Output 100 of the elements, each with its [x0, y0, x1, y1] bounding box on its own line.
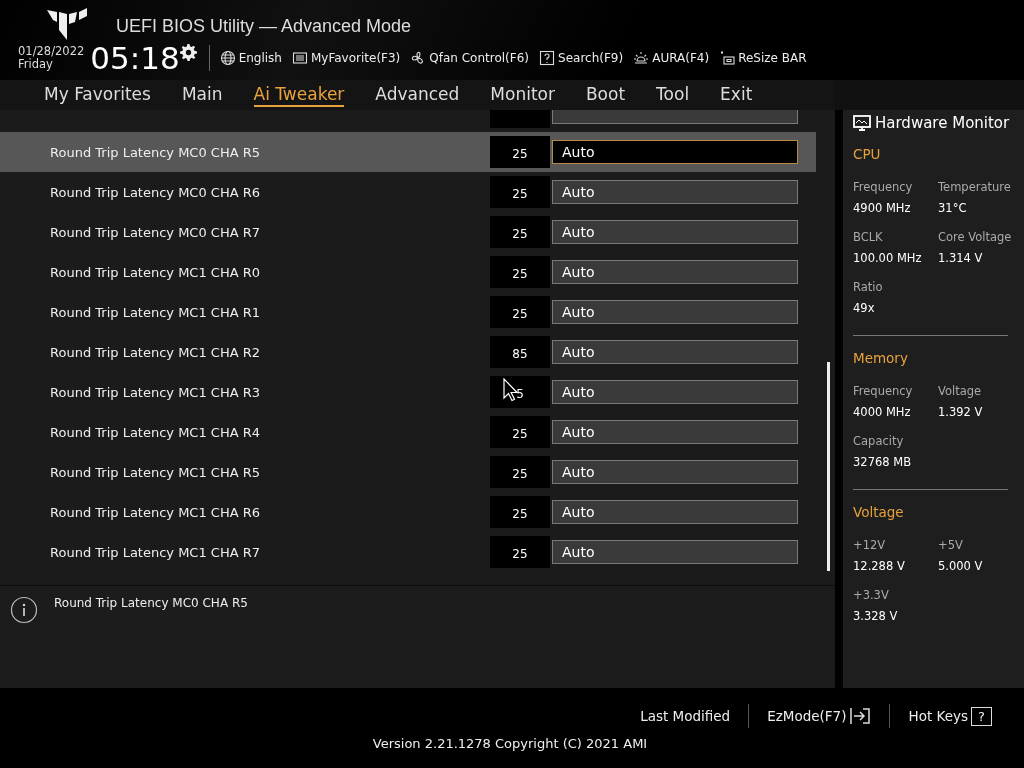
footer-link[interactable]: EzMode(F7) — [749, 707, 890, 725]
option-dropdown[interactable]: Auto — [552, 460, 798, 484]
setting-row[interactable]: Round Trip Latency MC1 CHA R2 85 Auto — [0, 332, 816, 372]
logo-icon — [46, 6, 88, 40]
sensor-value: 32768 MB — [853, 455, 913, 469]
setting-value: 85 — [490, 336, 550, 368]
menu-tab[interactable]: Ai Tweaker — [253, 83, 345, 107]
option-dropdown[interactable]: Auto — [552, 340, 798, 364]
setting-row[interactable]: Round Trip Latency MC1 CHA R4 25 Auto — [0, 412, 816, 452]
toolbar-link[interactable]: MyFavorite(F3) — [311, 51, 401, 65]
setting-label: Round Trip Latency MC1 CHA R3 — [49, 384, 262, 400]
mouse-pointer-icon — [503, 378, 519, 402]
help-icon — [539, 50, 556, 66]
setting-row[interactable]: Round Trip Latency MC1 CHA R0 25 Auto — [0, 252, 816, 292]
section-title: Voltage — [853, 504, 905, 520]
section-title: CPU — [853, 146, 882, 162]
version-text: Version 2.21.1278 Copyright (C) 2021 AMI — [372, 736, 648, 751]
option-dropdown[interactable]: Auto — [552, 140, 798, 164]
toolbar-link[interactable]: AURA(F4) — [652, 51, 710, 65]
date: 01/28/2022 — [18, 45, 85, 58]
setting-label: Round Trip Latency MC0 CHA R6 — [49, 184, 262, 200]
sensor-value: 5.000 V — [938, 559, 984, 573]
sensor-label: Capacity — [853, 434, 905, 448]
sensor-label: +3.3V — [853, 588, 890, 602]
setting-row[interactable]: Round Trip Latency MC1 CHA R7 25 Auto — [0, 532, 816, 572]
sensor-label: Frequency — [853, 180, 914, 194]
setting-label: Round Trip Latency MC1 CHA R7 — [49, 544, 262, 560]
scrollbar[interactable] — [827, 362, 830, 571]
clock: 05:18 — [90, 42, 180, 74]
menu-tab[interactable]: Tool — [656, 83, 690, 107]
menu-tab[interactable]: Main — [181, 83, 223, 107]
setting-row[interactable]: Round Trip Latency MC0 CHA R7 25 Auto — [0, 212, 816, 252]
globe-icon — [219, 50, 236, 66]
option-dropdown[interactable]: Auto — [552, 260, 798, 284]
setting-value: 25 — [490, 256, 550, 288]
window-title: UEFI BIOS Utility — Advanced Mode — [116, 15, 412, 37]
sensor-label: Core Voltage — [938, 230, 1013, 244]
option-dropdown[interactable]: Auto — [552, 420, 798, 444]
option-dropdown[interactable]: Auto — [552, 380, 798, 404]
setting-value: 25 — [490, 416, 550, 448]
setting-value: 25 — [490, 216, 550, 248]
setting-label: Round Trip Latency MC1 CHA R2 — [49, 344, 262, 360]
menu-tab[interactable]: Boot — [585, 83, 626, 107]
sensor-label: Temperature — [938, 180, 1012, 194]
sensor-label: BCLK — [853, 230, 884, 244]
toolbar-link[interactable]: Search(F9) — [558, 51, 624, 65]
sensor-label: +12V — [853, 538, 887, 552]
key-cap: ? — [971, 706, 992, 726]
sensor-value: 1.314 V — [938, 251, 984, 265]
footer-link[interactable]: Hot Keys ? — [890, 706, 1010, 726]
setting-value: 25 — [490, 536, 550, 568]
sensor-value: 100.00 MHz — [853, 251, 923, 265]
settings-icon[interactable] — [179, 44, 197, 61]
setting-row[interactable]: Round Trip Latency MC0 CHA R6 25 Auto — [0, 172, 816, 212]
sensor-value: 4900 MHz — [853, 201, 912, 215]
setting-label: Round Trip Latency MC1 CHA R6 — [49, 504, 262, 520]
footer-link[interactable]: Last Modified — [622, 708, 749, 724]
setting-value: 25 — [490, 176, 550, 208]
option-dropdown[interactable]: Auto — [552, 540, 798, 564]
panel-title: Hardware Monitor — [875, 114, 1010, 132]
setting-value: 25 — [490, 296, 550, 328]
menu-tab[interactable]: Monitor — [490, 83, 555, 107]
list-icon — [292, 50, 308, 66]
toolbar-link[interactable]: Qfan Control(F6) — [429, 51, 530, 65]
info-icon — [10, 596, 38, 624]
setting-row[interactable]: Round Trip Latency MC1 CHA R5 25 Auto — [0, 452, 816, 492]
menu-tab[interactable]: Advanced — [375, 83, 460, 107]
help-text: Round Trip Latency MC0 CHA R5 — [54, 596, 248, 610]
menu-tab[interactable]: Exit — [720, 83, 753, 107]
monitor-icon — [853, 114, 871, 132]
setting-label: Round Trip Latency MC1 CHA R1 — [49, 304, 262, 320]
chip-icon — [719, 50, 736, 66]
sensor-value: 12.288 V — [853, 559, 906, 573]
sensor-label: Voltage — [938, 384, 983, 398]
sensor-value: 3.328 V — [853, 609, 899, 623]
setting-row[interactable]: Round Trip Latency MC1 CHA R3 5 Auto — [0, 372, 816, 412]
setting-value: 25 — [490, 456, 550, 488]
option-dropdown[interactable]: Auto — [552, 500, 798, 524]
sensor-value: 31°C — [938, 201, 968, 215]
setting-row[interactable]: Round Trip Latency MC0 CHA R5 25 Auto — [0, 132, 816, 172]
setting-label: Round Trip Latency MC0 CHA R7 — [49, 224, 262, 240]
toolbar-link[interactable]: English — [238, 51, 282, 65]
menu-tab[interactable]: My Favorites — [44, 83, 151, 107]
toolbar-link[interactable]: ReSize BAR — [738, 51, 807, 65]
option-dropdown[interactable]: Auto — [552, 180, 798, 204]
option-dropdown[interactable]: Auto — [552, 300, 798, 324]
setting-value: 25 — [490, 136, 550, 168]
setting-label: Round Trip Latency MC0 CHA R5 — [49, 144, 262, 160]
setting-label: Round Trip Latency MC1 CHA R4 — [49, 424, 262, 440]
option-dropdown[interactable]: Auto — [552, 220, 798, 244]
setting-label: Round Trip Latency MC1 CHA R0 — [49, 264, 262, 280]
setting-value: 25 — [490, 496, 550, 528]
setting-row[interactable]: Round Trip Latency MC1 CHA R1 25 Auto — [0, 292, 816, 332]
sensor-value: 1.392 V — [938, 405, 984, 419]
sensor-value: 49x — [853, 301, 876, 315]
sensor-label: +5V — [938, 538, 964, 552]
weekday: Friday — [18, 58, 54, 71]
light-icon — [633, 50, 650, 66]
sensor-label: Frequency — [853, 384, 914, 398]
setting-row[interactable]: Round Trip Latency MC1 CHA R6 25 Auto — [0, 492, 816, 532]
